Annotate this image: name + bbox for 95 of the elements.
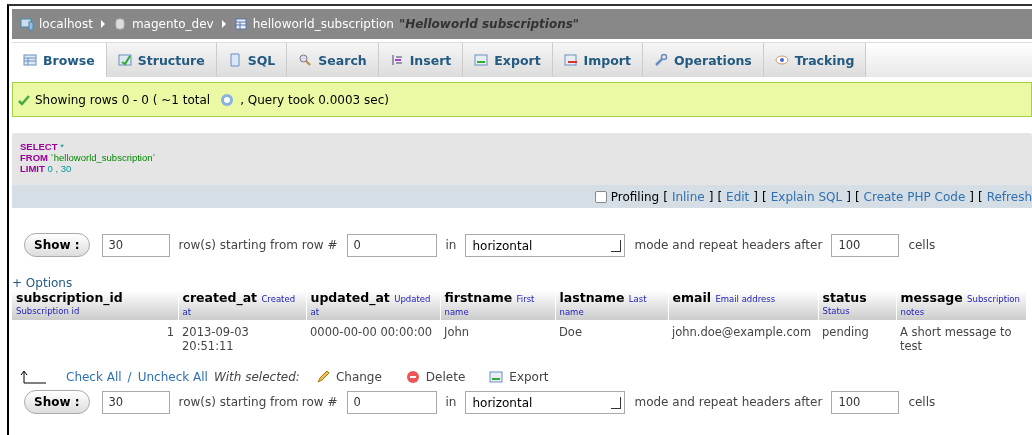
- message-text: Showing rows 0 - 0 ( ~1 total: [35, 92, 211, 107]
- tab[interactable]: Import: [552, 43, 643, 77]
- tab[interactable]: Tracking: [763, 43, 867, 77]
- show-button[interactable]: Show :: [24, 233, 90, 257]
- options-link[interactable]: + Options: [12, 276, 1032, 290]
- separator: /: [127, 370, 132, 384]
- query-link[interactable]: Inline: [671, 189, 705, 204]
- search-icon: [298, 53, 313, 67]
- breadcrumb-link[interactable]: localhost: [39, 17, 93, 31]
- column-header[interactable]: message Subscription notes: [896, 290, 1026, 320]
- column-header[interactable]: created_at Created at: [178, 290, 306, 320]
- tab[interactable]: Search: [287, 43, 379, 77]
- dropdown-arrow-icon: [611, 239, 622, 252]
- column-header[interactable]: status Status: [818, 290, 896, 320]
- action-button[interactable]: Export: [489, 370, 549, 384]
- checkbox-label: Profiling: [610, 189, 660, 204]
- separator-arrow-icon: [221, 20, 226, 28]
- import-icon: [563, 53, 578, 67]
- checkbox[interactable]: [594, 190, 607, 203]
- field-label: mode and repeat headers after: [634, 395, 823, 409]
- query-link[interactable]: Create PHP Code: [863, 189, 966, 204]
- uncheck-all-link[interactable]: Uncheck All: [137, 370, 208, 384]
- with-selected-label: With selected:: [213, 370, 300, 384]
- sql-query: SELECT * FROM `helloworld_subscription` LIMIT 0 , 30: [12, 133, 1032, 185]
- bracket: ]: [846, 189, 851, 204]
- breadcrumb-link[interactable]: helloworld_subscription: [252, 17, 394, 31]
- message-text: , Query took 0.0003 sec): [240, 92, 389, 107]
- insert-icon: [389, 53, 404, 67]
- query-link[interactable]: Explain SQL: [770, 189, 843, 204]
- table-cell: John: [440, 320, 555, 358]
- table-cell: 2013-09-03 20:51:11: [178, 320, 306, 358]
- rows-input[interactable]: 30: [101, 233, 170, 257]
- table-cell: john.doe@example.com: [668, 320, 818, 358]
- field-label: row(s) starting from row #: [178, 238, 338, 252]
- start-row-input[interactable]: 0: [346, 233, 437, 257]
- document-icon: [227, 53, 242, 67]
- column-header[interactable]: firstname First name: [440, 290, 555, 320]
- eye-icon: [774, 53, 789, 67]
- tab[interactable]: Export: [463, 43, 553, 77]
- table-cell: 1: [12, 320, 178, 358]
- rows-input[interactable]: 30: [101, 390, 170, 414]
- mode-dropdown[interactable]: horizontal: [465, 390, 626, 414]
- column-header[interactable]: lastname Last name: [555, 290, 668, 320]
- export-icon: [489, 370, 504, 384]
- check-all-link[interactable]: Check All: [66, 370, 122, 384]
- column-header[interactable]: email Email address: [668, 290, 818, 320]
- action-button[interactable]: Delete: [405, 370, 466, 384]
- tab[interactable]: Browse: [12, 43, 107, 77]
- field-label: in: [445, 395, 457, 409]
- help-icon[interactable]: [220, 92, 235, 107]
- table-icon: [23, 53, 37, 67]
- bracket: [: [717, 189, 723, 204]
- field-label: cells: [908, 238, 936, 252]
- action-button[interactable]: Change: [315, 370, 382, 384]
- column-header[interactable]: subscription_id Subscription id: [12, 290, 178, 320]
- show-button[interactable]: Show :: [24, 390, 90, 414]
- tab[interactable]: SQL: [216, 43, 288, 77]
- structure-icon: [117, 53, 132, 67]
- mode-dropdown[interactable]: horizontal: [465, 233, 626, 257]
- tab[interactable]: Insert: [378, 43, 464, 77]
- bracket: [: [978, 189, 983, 204]
- start-row-input[interactable]: 0: [346, 390, 437, 414]
- table-cell: 0000-00-00 00:00:00: [306, 320, 440, 358]
- field-label: in: [445, 238, 457, 252]
- field-label: cells: [908, 395, 936, 409]
- bracket: ]: [708, 189, 714, 204]
- database-icon: [112, 17, 127, 31]
- table-cell: pending: [818, 320, 896, 358]
- breadcrumb-link[interactable]: magento_dev: [131, 17, 214, 31]
- delete-icon: [405, 370, 420, 384]
- query-link[interactable]: Edit: [726, 189, 750, 204]
- field-label: row(s) starting from row #: [178, 395, 338, 409]
- repeat-headers-input[interactable]: 100: [831, 233, 900, 257]
- separator-arrow-icon: [100, 20, 105, 28]
- bracket: ]: [969, 189, 974, 204]
- tab[interactable]: Operations: [642, 43, 764, 77]
- export-icon: [474, 53, 489, 67]
- bracket: ]: [753, 189, 758, 204]
- bracket: [: [762, 189, 767, 204]
- dropdown-arrow-icon: [611, 396, 622, 409]
- field-label: mode and repeat headers after: [634, 238, 823, 252]
- bracket: [: [663, 189, 668, 204]
- table-cell: A short message to test: [896, 320, 1026, 358]
- pencil-icon: [315, 370, 330, 384]
- corner-arrow-icon: [20, 370, 48, 384]
- table-icon: [233, 17, 248, 31]
- repeat-headers-input[interactable]: 100: [831, 390, 900, 414]
- wrench-icon: [653, 53, 668, 67]
- tab[interactable]: Structure: [106, 43, 217, 77]
- table-cell: Doe: [555, 320, 668, 358]
- query-link[interactable]: Refresh: [986, 189, 1032, 204]
- column-header[interactable]: updated_at Updated at: [306, 290, 440, 320]
- bracket: [: [854, 189, 860, 204]
- computer-icon: [20, 17, 34, 31]
- table-comment: "Helloworld subscriptions": [398, 17, 580, 31]
